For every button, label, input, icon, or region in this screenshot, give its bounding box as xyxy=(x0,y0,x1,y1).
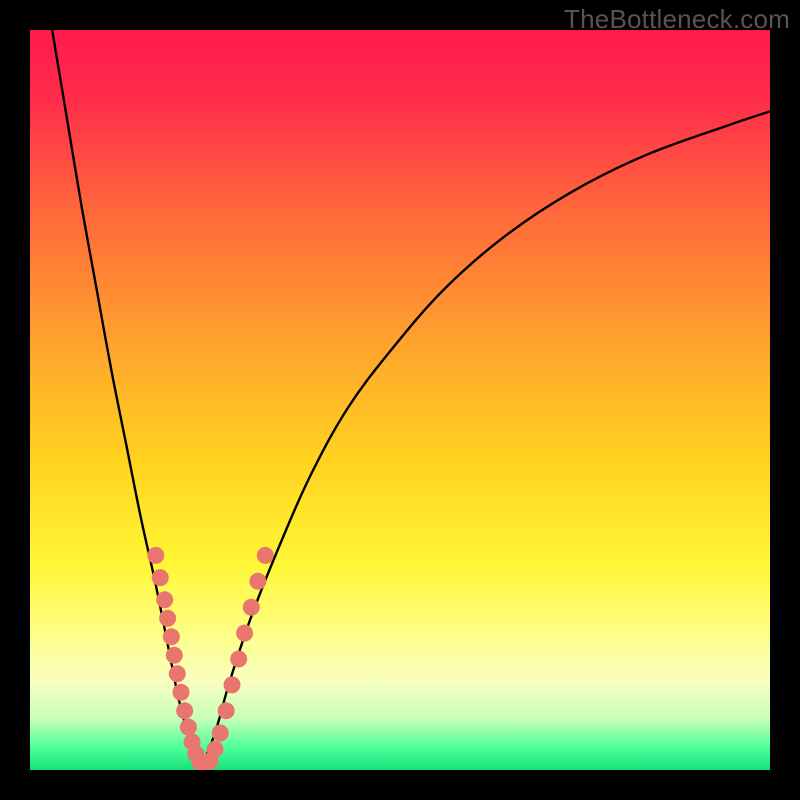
marker-dot xyxy=(169,665,186,682)
marker-dot xyxy=(156,591,173,608)
marker-dot xyxy=(212,725,229,742)
marker-dot xyxy=(236,625,253,642)
chart-frame: TheBottleneck.com xyxy=(0,0,800,800)
marker-dot xyxy=(230,651,247,668)
marker-dot xyxy=(166,647,183,664)
marker-dot xyxy=(207,741,224,758)
right-curve xyxy=(200,111,770,770)
marker-dot xyxy=(180,719,197,736)
marker-dot xyxy=(243,599,260,616)
marker-dot xyxy=(159,610,176,627)
marker-dot xyxy=(152,569,169,586)
curves-layer xyxy=(30,30,770,770)
plot-area xyxy=(30,30,770,770)
valley-markers xyxy=(147,547,274,770)
marker-dot xyxy=(218,702,235,719)
marker-dot xyxy=(224,676,241,693)
marker-dot xyxy=(257,547,274,564)
marker-dot xyxy=(172,684,189,701)
marker-dot xyxy=(176,702,193,719)
marker-dot xyxy=(163,628,180,645)
marker-dot xyxy=(147,547,164,564)
marker-dot xyxy=(249,573,266,590)
